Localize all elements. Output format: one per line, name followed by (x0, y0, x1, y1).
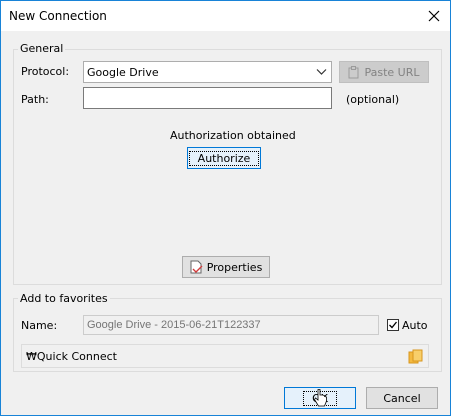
close-button[interactable] (418, 1, 450, 31)
protocol-label: Protocol: (21, 65, 70, 78)
properties-button[interactable]: Properties (182, 256, 270, 278)
authorize-label: Authorize (188, 150, 260, 166)
cancel-label: Cancel (383, 391, 421, 405)
protocol-select[interactable]: Google Drive (83, 61, 332, 83)
mouse-cursor-icon (314, 389, 327, 407)
path-input[interactable] (83, 87, 332, 109)
quick-connect-field[interactable]: ₩Quick Connect (21, 344, 429, 368)
favorites-group-label: Add to favorites (18, 292, 110, 305)
cancel-button[interactable]: Cancel (366, 387, 438, 409)
path-label: Path: (21, 93, 49, 106)
general-group-label: General (18, 42, 66, 55)
favorite-name-input[interactable] (83, 315, 379, 335)
new-connection-dialog: New Connection General Protocol: Google … (0, 0, 451, 416)
properties-icon (190, 260, 203, 274)
auto-checkbox[interactable] (387, 319, 399, 331)
protocol-select-value: Google Drive (87, 66, 159, 79)
chevron-down-icon (316, 69, 327, 75)
optional-label: (optional) (346, 93, 400, 106)
paste-url-button[interactable]: Paste URL (339, 61, 429, 83)
clipboard-icon (348, 65, 359, 78)
auth-status-text: Authorization obtained (170, 129, 296, 142)
quick-connect-label: ₩Quick Connect (26, 350, 117, 363)
window-title: New Connection (9, 9, 107, 23)
authorize-button[interactable]: Authorize (187, 147, 261, 169)
paste-url-label: Paste URL (364, 65, 420, 79)
title-bar: New Connection (1, 1, 450, 31)
properties-label: Properties (206, 260, 263, 274)
close-icon (428, 10, 440, 22)
auto-label: Auto (402, 319, 428, 332)
checkmark-icon (389, 321, 398, 329)
copy-icon (408, 349, 423, 364)
name-label: Name: (21, 319, 58, 332)
